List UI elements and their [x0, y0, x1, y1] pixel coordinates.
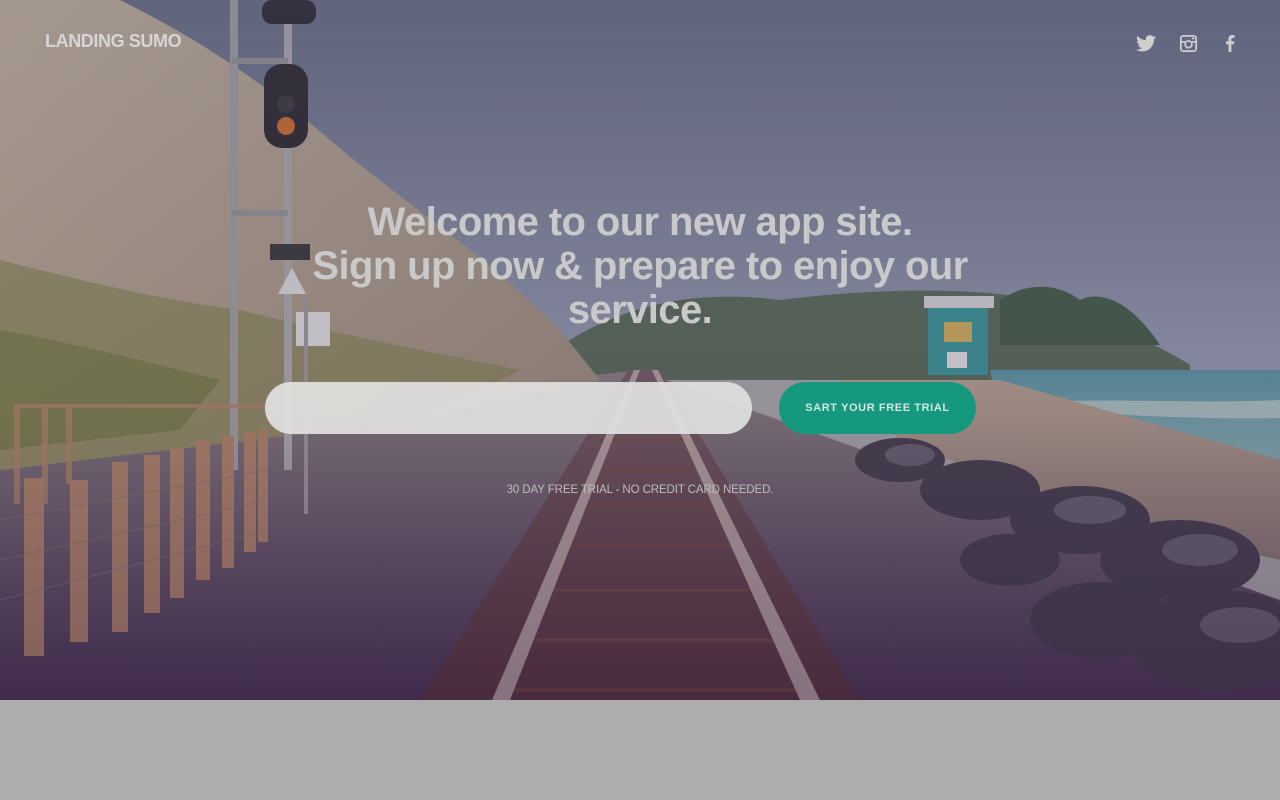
- hero-background-image: [0, 0, 1280, 700]
- hero-section: LANDING SUMO Welcome to our new app site…: [0, 0, 1280, 700]
- social-links: [1136, 33, 1240, 53]
- facebook-link[interactable]: [1220, 33, 1240, 53]
- headline-line-2: Sign up now & prepare to enjoy our: [312, 244, 968, 288]
- start-free-trial-button[interactable]: SART YOUR FREE TRIAL: [779, 382, 976, 434]
- trial-note: 30 DAY FREE TRIAL - NO CREDIT CARD NEEDE…: [506, 484, 774, 496]
- instagram-icon: [1179, 34, 1197, 52]
- site-logo[interactable]: LANDING SUMO: [45, 31, 182, 52]
- headline-line-3: service.: [567, 288, 713, 332]
- below-fold-section: [0, 700, 1280, 800]
- twitter-icon: [1136, 34, 1156, 51]
- facebook-icon: [1225, 34, 1235, 52]
- email-input[interactable]: [265, 382, 752, 434]
- hero-headline: Welcome to our new app site. Sign up now…: [290, 200, 990, 332]
- headline-line-1: Welcome to our new app site.: [367, 200, 913, 244]
- instagram-link[interactable]: [1178, 33, 1198, 53]
- twitter-link[interactable]: [1136, 33, 1156, 53]
